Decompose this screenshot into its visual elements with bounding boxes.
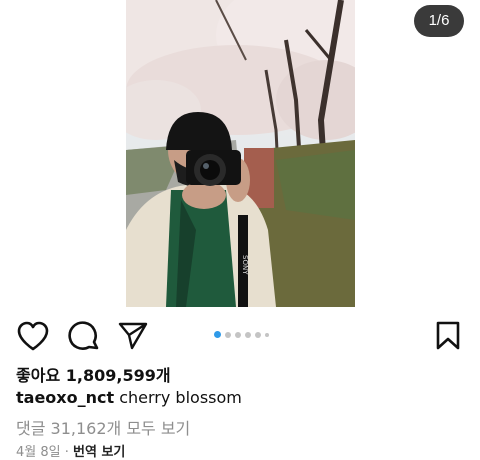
bookmark-icon [436,321,460,350]
caption-username[interactable]: taeoxo_nct [16,388,114,407]
post-media[interactable]: SONY 1/6 [0,0,480,310]
likes-label: 좋아요 [16,366,61,385]
carousel-dot [235,331,241,338]
carousel-dot [214,331,221,338]
translate-link[interactable]: 번역 보기 [73,445,125,460]
comment-button[interactable] [66,318,102,354]
likes-count[interactable]: 좋아요 1,809,599개 [16,362,171,386]
likes-number: 1,809,599개 [65,366,171,385]
paper-plane-icon [118,322,148,350]
carousel-indicator [214,331,269,338]
post-photo[interactable]: SONY [126,0,355,307]
carousel-dot [245,331,251,338]
like-button[interactable] [15,318,51,354]
heart-icon [17,321,49,351]
view-all-comments-link[interactable]: 댓글 31,162개 모두 보기 [16,415,190,439]
comment-icon [68,321,99,350]
carousel-counter: 1/6 [414,5,464,37]
cherry-blossom-photo: SONY [126,0,355,307]
carousel-dot [255,331,261,338]
share-button[interactable] [115,318,151,354]
save-button[interactable] [430,318,466,354]
carousel-dot [265,332,269,337]
meta-separator: · [60,445,74,460]
post-caption: taeoxo_nct cherry blossom [16,388,242,407]
svg-text:SONY: SONY [241,255,249,275]
carousel-dot [225,331,231,338]
post-meta: 4월 8일 · 번역 보기 [16,441,125,460]
caption-text: cherry blossom [119,388,242,407]
post-date: 4월 8일 [16,445,61,460]
